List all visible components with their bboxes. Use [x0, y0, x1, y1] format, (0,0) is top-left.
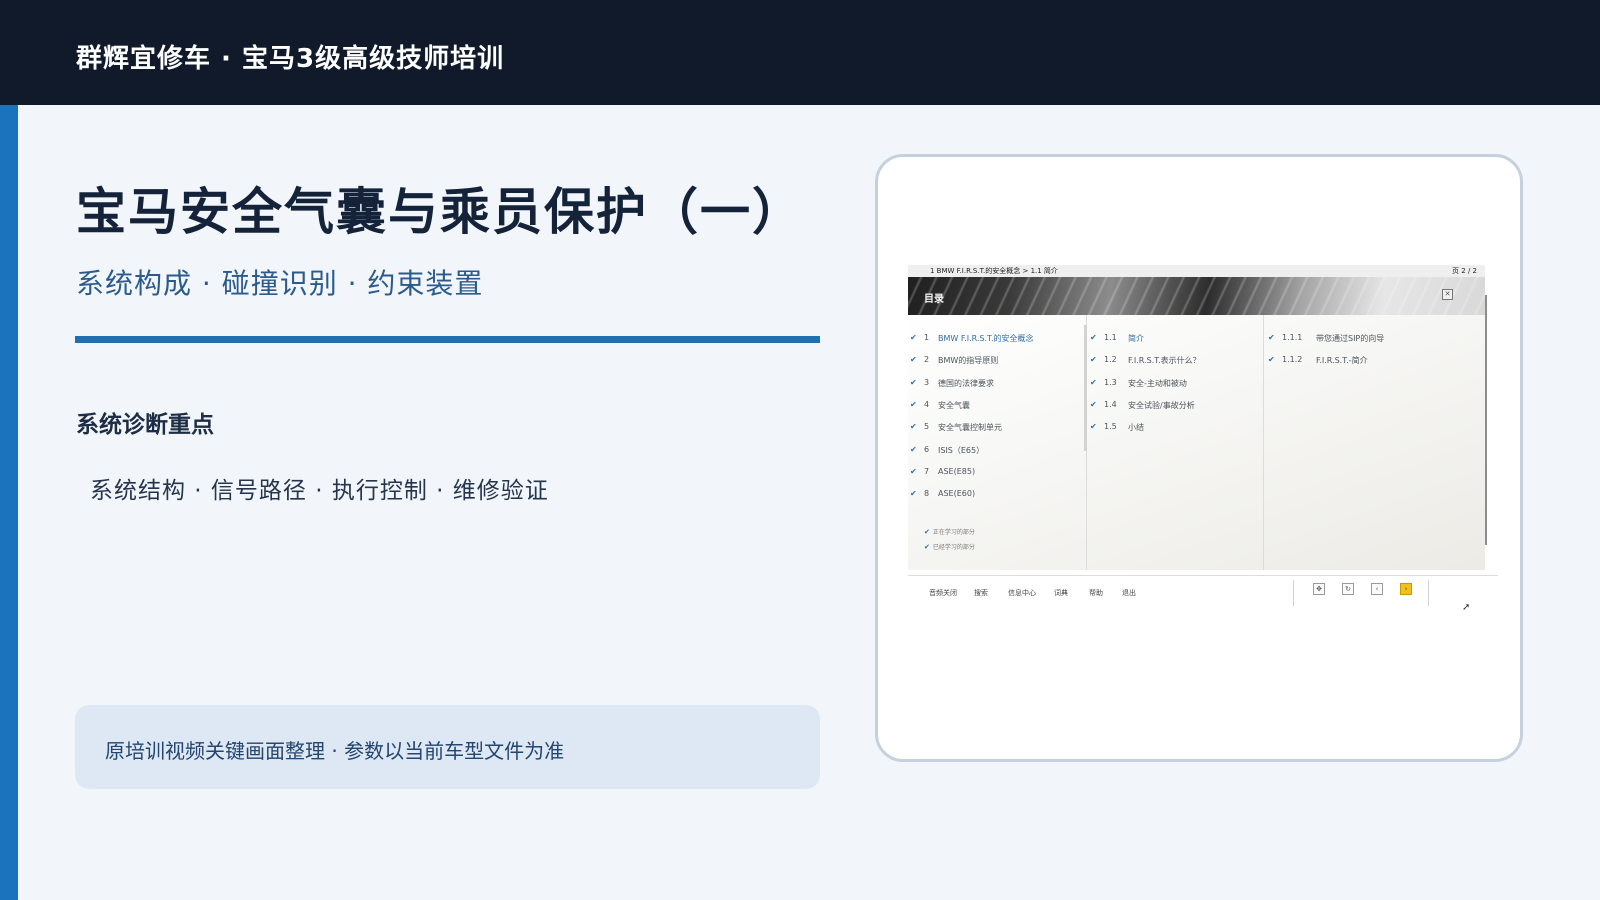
screenshot-card: 1 BMW F.I.R.S.T.的安全概念 > 1.1 简介 页 2 / 2 目…	[875, 154, 1523, 762]
chapter-item-number: 7	[924, 466, 930, 476]
chapter-item-number: 4	[924, 399, 930, 409]
check-icon: ✔	[924, 528, 930, 536]
training-app-screenshot: 1 BMW F.I.R.S.T.的安全概念 > 1.1 简介 页 2 / 2 目…	[908, 265, 1508, 613]
content-scrollbar[interactable]	[1485, 295, 1487, 545]
section-item-label: 安全试验/事故分析	[1128, 400, 1195, 410]
section-item-label: 简介	[1128, 334, 1144, 343]
chapter-item-label: 安全气囊	[938, 400, 970, 410]
check-icon: ✔	[910, 489, 917, 499]
screenshot-footer: 音频关闭 搜索 信息中心 词典 帮助 退出 ✥ ↻ ‹ › ➚	[908, 575, 1508, 613]
check-icon: ✔	[1090, 399, 1097, 409]
check-icon: ✔	[910, 355, 917, 365]
section-item-number: 1.4	[1104, 399, 1117, 409]
check-icon: ✔	[1090, 377, 1097, 387]
close-icon[interactable]: ✕	[1442, 289, 1453, 300]
overview-icon[interactable]: ✥	[1313, 583, 1325, 595]
section-item-label: 安全-主动和被动	[1128, 378, 1187, 388]
check-icon: ✔	[910, 399, 917, 409]
footer-separator	[908, 575, 1498, 576]
note-text: 原培训视频关键画面整理 · 参数以当前车型文件为准	[105, 739, 565, 763]
footer-link-audio[interactable]: 音频关闭	[929, 588, 957, 598]
section-items: 系统结构 · 信号路径 · 执行控制 · 维修验证	[90, 478, 549, 504]
slide-subtitle: 系统构成 · 碰撞识别 · 约束装置	[76, 267, 484, 300]
chapter-item-number: 5	[924, 422, 930, 432]
chapter-scrollbar[interactable]	[1084, 325, 1087, 451]
mouse-cursor-icon: ➚	[1462, 602, 1471, 613]
section-item-number: 1.3	[1104, 377, 1117, 387]
subsection-item-number: 1.1.2	[1282, 355, 1303, 365]
chapter-item-label: ASE(E85)	[938, 466, 976, 476]
screenshot-banner: 目录 ✕	[908, 277, 1485, 315]
check-icon: ✔	[1090, 333, 1097, 342]
check-icon: ✔	[1268, 355, 1275, 365]
screenshot-body	[908, 315, 1485, 570]
chapter-item-number: 6	[924, 444, 930, 454]
footer-link-search[interactable]: 搜索	[974, 588, 988, 598]
check-icon: ✔	[910, 466, 917, 476]
refresh-icon[interactable]: ↻	[1342, 583, 1354, 595]
section-item-number: 1.5	[1104, 422, 1117, 432]
footer-divider	[1428, 580, 1429, 606]
chapter-item-number: 3	[924, 377, 930, 387]
chapter-item-number: 8	[924, 489, 930, 499]
section-item-number: 1.2	[1104, 355, 1117, 365]
legend-completed: ✔ 已经学习的部分	[924, 542, 975, 551]
banner-pattern	[908, 277, 1485, 315]
chapter-item-label: ISIS（E65）	[938, 445, 985, 455]
top-bar: 群辉宜修车 · 宝马3级高级技师培训	[0, 0, 1600, 105]
check-icon: ✔	[910, 444, 917, 454]
note-box: 原培训视频关键画面整理 · 参数以当前车型文件为准	[75, 705, 820, 789]
section-item-number: 1.1	[1104, 333, 1117, 342]
check-icon: ✔	[1268, 333, 1275, 342]
check-icon: ✔	[910, 333, 917, 342]
title-divider	[75, 336, 820, 343]
slide-title: 宝马安全气囊与乘员保护（一）	[76, 183, 804, 241]
banner-label: 目录	[924, 294, 944, 305]
screenshot-page-indicator: 页 2 / 2	[1452, 267, 1477, 275]
chapter-item-number: 2	[924, 355, 930, 365]
check-icon: ✔	[924, 543, 930, 551]
check-icon: ✔	[910, 422, 917, 432]
screenshot-breadcrumb-bar: 1 BMW F.I.R.S.T.的安全概念 > 1.1 简介 页 2 / 2	[908, 265, 1485, 277]
left-accent-bar	[0, 105, 18, 900]
chapter-item-label: ASE(E60)	[938, 489, 976, 499]
section-item-label: 小结	[1128, 423, 1144, 433]
column-divider	[1263, 315, 1264, 570]
previous-icon[interactable]: ‹	[1371, 583, 1383, 595]
chapter-item-label: BMW的指导原则	[938, 356, 999, 366]
footer-link-info[interactable]: 信息中心	[1008, 588, 1036, 598]
next-icon[interactable]: ›	[1400, 583, 1412, 595]
section-item-label: F.I.R.S.T.表示什么？	[1128, 356, 1201, 366]
subsection-item-label: F.I.R.S.T.-简介	[1316, 356, 1368, 366]
legend-label: 正在学习的部分	[932, 529, 975, 536]
check-icon: ✔	[1090, 422, 1097, 432]
subsection-item-label: 带您通过SIP的向导	[1316, 334, 1385, 343]
screenshot-breadcrumb: 1 BMW F.I.R.S.T.的安全概念 > 1.1 简介	[930, 267, 1058, 275]
header-title: 群辉宜修车 · 宝马3级高级技师培训	[76, 44, 505, 74]
chapter-item-number: 1	[924, 333, 930, 342]
legend-label: 已经学习的部分	[932, 544, 975, 551]
footer-link-help[interactable]: 帮助	[1089, 588, 1103, 598]
chapter-item-label: 德国的法律要求	[938, 378, 994, 388]
subsection-item-number: 1.1.1	[1282, 333, 1303, 342]
legend-current: ✔ 正在学习的部分	[924, 527, 975, 536]
check-icon: ✔	[910, 377, 917, 387]
chapter-item-label: BMW F.I.R.S.T.的安全概念	[938, 334, 1034, 343]
footer-link-exit[interactable]: 退出	[1122, 588, 1136, 598]
check-icon: ✔	[1090, 355, 1097, 365]
section-heading: 系统诊断重点	[76, 412, 214, 438]
footer-link-dictionary[interactable]: 词典	[1054, 588, 1068, 598]
chapter-item-label: 安全气囊控制单元	[938, 423, 1002, 433]
footer-divider	[1293, 580, 1294, 606]
